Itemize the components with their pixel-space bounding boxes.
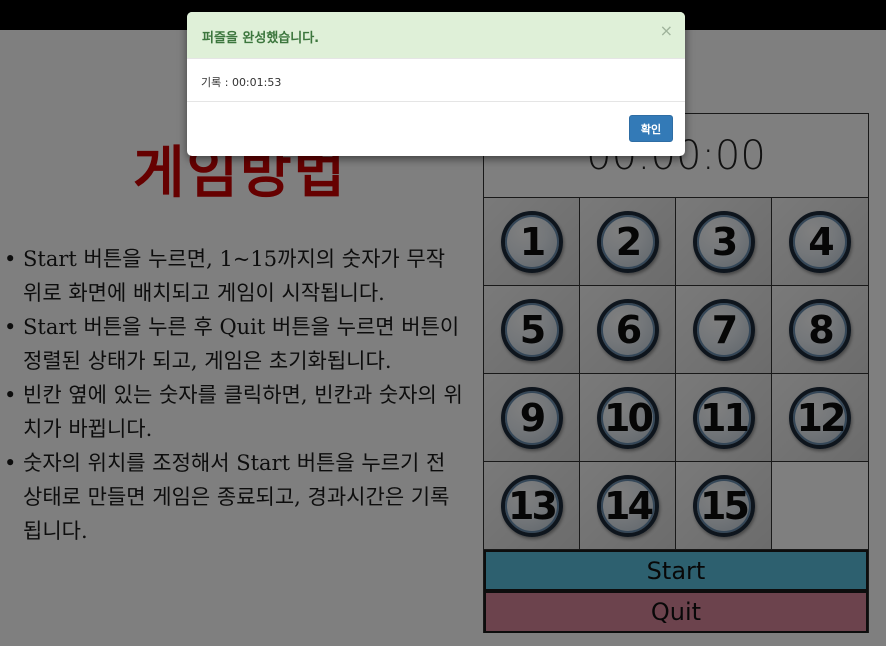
modal-header: 퍼즐을 완성했습니다. ×	[187, 12, 685, 59]
modal-body: 기록 : 00:01:53	[187, 60, 685, 102]
modal-title: 퍼즐을 완성했습니다.	[202, 31, 320, 46]
close-icon[interactable]: ×	[660, 23, 673, 39]
completion-modal: 퍼즐을 완성했습니다. × 기록 : 00:01:53 확인	[187, 12, 685, 156]
confirm-button[interactable]: 확인	[629, 115, 673, 142]
record-time: 기록 : 00:01:53	[201, 76, 282, 89]
